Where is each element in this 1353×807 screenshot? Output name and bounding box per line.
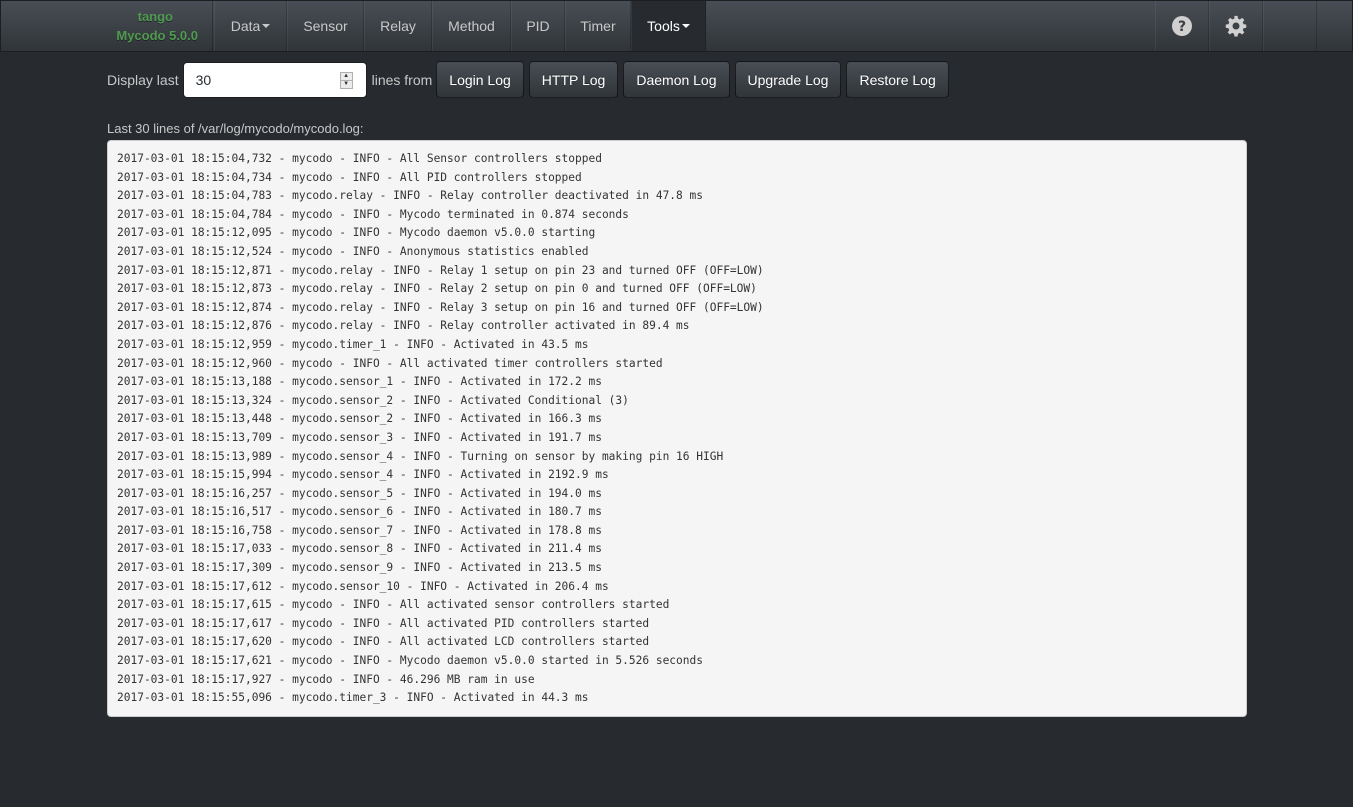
nav-method[interactable]: Method (432, 1, 511, 51)
log-line: 2017-03-01 18:15:04,784 - mycodo - INFO … (117, 207, 629, 221)
http-log-button[interactable]: HTTP Log (528, 61, 619, 98)
help-icon: ? (1172, 16, 1192, 36)
log-line: 2017-03-01 18:15:04,732 - mycodo - INFO … (117, 152, 602, 165)
log-line: 2017-03-01 18:15:17,615 - mycodo - INFO … (117, 598, 670, 612)
settings-button[interactable] (1209, 1, 1263, 51)
log-line: 2017-03-01 18:15:12,959 - mycodo.timer_1… (117, 337, 589, 351)
log-line: 2017-03-01 18:15:16,758 - mycodo.sensor_… (117, 523, 602, 537)
stepper-up-icon[interactable]: ▲ (341, 73, 352, 80)
log-caption: Last 30 lines of /var/log/mycodo/mycodo.… (107, 121, 364, 136)
log-line: 2017-03-01 18:15:13,188 - mycodo.sensor_… (117, 375, 602, 389)
log-line: 2017-03-01 18:15:55,096 - mycodo.timer_3… (117, 691, 589, 705)
log-line: 2017-03-01 18:15:04,734 - mycodo - INFO … (117, 170, 582, 184)
log-line: 2017-03-01 18:15:17,033 - mycodo.sensor_… (117, 542, 602, 556)
lines-from-label: lines from (371, 71, 433, 88)
nav-filler (1263, 1, 1317, 51)
log-line: 2017-03-01 18:15:16,517 - mycodo.sensor_… (117, 505, 602, 519)
log-line: 2017-03-01 18:15:13,709 - mycodo.sensor_… (117, 430, 602, 444)
lines-count-input[interactable]: ▲ ▼ (182, 61, 367, 98)
log-line: 2017-03-01 18:15:12,960 - mycodo - INFO … (117, 356, 663, 370)
log-line: 2017-03-01 18:15:12,095 - mycodo - INFO … (117, 226, 596, 240)
nav-tools-label: Tools (647, 18, 680, 34)
nav-timer-label: Timer (580, 18, 616, 34)
login-log-button[interactable]: Login Log (436, 61, 524, 98)
nav-timer[interactable]: Timer (565, 1, 631, 51)
log-line: 2017-03-01 18:15:04,783 - mycodo.relay -… (117, 189, 703, 203)
log-line: 2017-03-01 18:15:17,621 - mycodo - INFO … (117, 654, 703, 668)
log-line: 2017-03-01 18:15:15,994 - mycodo.sensor_… (117, 468, 609, 482)
log-line: 2017-03-01 18:15:17,620 - mycodo - INFO … (117, 635, 650, 649)
lines-count-stepper[interactable]: ▲ ▼ (339, 71, 353, 89)
log-line: 2017-03-01 18:15:13,989 - mycodo.sensor_… (117, 449, 724, 463)
nav-pid-label: PID (526, 18, 550, 34)
log-line: 2017-03-01 18:15:12,874 - mycodo.relay -… (117, 300, 764, 314)
log-output[interactable]: 2017-03-01 18:15:04,732 - mycodo - INFO … (107, 140, 1247, 717)
log-toolbar: Display last ▲ ▼ lines from Login Log HT… (107, 61, 949, 98)
nav-data-label: Data (230, 18, 261, 34)
log-line: 2017-03-01 18:15:17,309 - mycodo.sensor_… (117, 561, 602, 575)
log-line: 2017-03-01 18:15:17,927 - mycodo - INFO … (117, 672, 535, 686)
caret-down-icon (681, 24, 690, 28)
nav-relay-label: Relay (380, 18, 416, 34)
nav-sensor-label: Sensor (303, 18, 348, 34)
nav-relay[interactable]: Relay (364, 1, 432, 51)
log-line: 2017-03-01 18:15:12,871 - mycodo.relay -… (117, 263, 764, 277)
log-line: 2017-03-01 18:15:13,448 - mycodo.sensor_… (117, 412, 602, 426)
restore-log-button[interactable]: Restore Log (846, 61, 949, 98)
nav-pid[interactable]: PID (511, 1, 565, 51)
log-line: 2017-03-01 18:15:17,612 - mycodo.sensor_… (117, 579, 609, 593)
nav-right: ? (1155, 1, 1317, 51)
nav-sensor[interactable]: Sensor (287, 1, 364, 51)
log-line: 2017-03-01 18:15:12,876 - mycodo.relay -… (117, 319, 690, 333)
gear-icon (1225, 15, 1247, 37)
brand-hostname: tango (137, 9, 173, 24)
brand-version: Mycodo 5.0.0 (116, 28, 198, 43)
lines-count-field[interactable] (195, 71, 326, 88)
log-line: 2017-03-01 18:15:12,524 - mycodo - INFO … (117, 244, 589, 258)
stepper-down-icon[interactable]: ▼ (340, 79, 352, 88)
help-button[interactable]: ? (1155, 1, 1209, 51)
brand[interactable]: tango Mycodo 5.0.0 (1, 1, 213, 51)
caret-down-icon (262, 24, 271, 28)
svg-text:?: ? (1178, 19, 1186, 35)
log-line: 2017-03-01 18:15:12,873 - mycodo.relay -… (117, 282, 757, 296)
log-line: 2017-03-01 18:15:17,617 - mycodo - INFO … (117, 616, 650, 630)
nav-method-label: Method (448, 18, 495, 34)
log-line: 2017-03-01 18:15:13,324 - mycodo.sensor_… (117, 393, 629, 407)
main-nav: Data Sensor Relay Method PID Timer Tools (214, 1, 706, 51)
upgrade-log-button[interactable]: Upgrade Log (734, 61, 842, 98)
nav-tools[interactable]: Tools (631, 1, 706, 51)
display-last-label: Display last (107, 71, 179, 88)
log-line: 2017-03-01 18:15:16,257 - mycodo.sensor_… (117, 486, 602, 500)
daemon-log-button[interactable]: Daemon Log (623, 61, 730, 98)
navbar: tango Mycodo 5.0.0 Data Sensor Relay Met… (0, 0, 1353, 52)
nav-data[interactable]: Data (214, 1, 287, 51)
